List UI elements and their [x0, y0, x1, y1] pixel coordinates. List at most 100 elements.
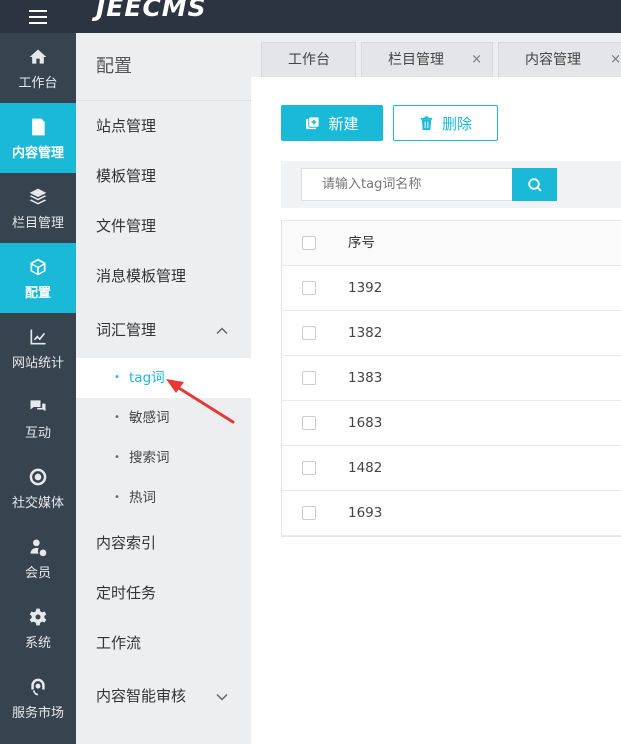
target-icon: [27, 466, 49, 488]
nav-item-label: 工作台: [18, 75, 58, 91]
tag-table: 序号 1392 1382 1383 1683 1482 1693: [281, 220, 621, 537]
line-chart-icon: [27, 326, 49, 348]
search-button[interactable]: [512, 168, 557, 201]
new-button[interactable]: 新建: [281, 105, 383, 141]
home-icon: [27, 46, 49, 68]
sidebar-item-template-management[interactable]: 模板管理: [76, 151, 251, 201]
chevron-up-icon: [215, 305, 229, 355]
user-check-icon: [27, 536, 49, 558]
column-header-id: 序号: [348, 235, 375, 251]
sidebar-item-site-management[interactable]: 站点管理: [76, 101, 251, 151]
nav-item-label: 内容管理: [11, 145, 64, 161]
sidebar-item-label: 文件管理: [96, 217, 157, 235]
nav-item-content-management[interactable]: 内容管理: [0, 103, 76, 173]
app-logo: JEECMS: [96, 0, 207, 22]
nav-item-workbench[interactable]: 工作台: [0, 33, 76, 103]
nav-item-column-management[interactable]: 栏目管理: [0, 173, 76, 243]
sidebar-subitem-label: 热词: [129, 490, 156, 506]
delete-button-label: 删除: [441, 114, 472, 133]
table-header-row: 序号: [282, 221, 621, 266]
sidebar-item-file-management[interactable]: 文件管理: [76, 201, 251, 251]
nav-item-label: 栏目管理: [11, 215, 64, 231]
row-checkbox[interactable]: [302, 281, 316, 295]
nav-item-label: 社交媒体: [11, 495, 64, 511]
row-id: 1392: [348, 280, 383, 296]
table-row: 1482: [282, 446, 621, 491]
table-row: 1382: [282, 311, 621, 356]
sidebar-title: 配置: [76, 33, 251, 101]
tab-label: 内容管理: [525, 52, 581, 68]
chevron-down-icon: [215, 671, 229, 721]
tab-bar: 工作台 栏目管理 × 内容管理 ×: [251, 33, 621, 77]
close-icon[interactable]: ×: [610, 43, 621, 77]
delete-button[interactable]: 删除: [393, 105, 498, 141]
sidebar-item-label: 定时任务: [96, 584, 157, 602]
row-id: 1482: [348, 460, 383, 476]
sidebar-item-label: 工作流: [96, 634, 142, 652]
layers-icon: [27, 186, 49, 208]
sidebar-subitem-tag-words[interactable]: tag词: [76, 358, 251, 398]
table-row: 1383: [282, 356, 621, 401]
table-row: 1392: [282, 266, 621, 311]
nav-item-social-media[interactable]: 社交媒体: [0, 453, 76, 523]
row-checkbox[interactable]: [302, 326, 316, 340]
nav-item-label: 服务市场: [11, 705, 64, 721]
menu-toggle-icon[interactable]: [0, 0, 76, 33]
top-bar: JEECMS: [0, 0, 621, 33]
nav-item-site-stats[interactable]: 网站统计: [0, 313, 76, 383]
table-row: 1683: [282, 401, 621, 446]
sidebar-item-vocabulary[interactable]: 词汇管理: [76, 305, 251, 355]
row-checkbox[interactable]: [302, 461, 316, 475]
row-id: 1693: [348, 505, 383, 521]
main-nav: 工作台 内容管理 栏目管理 配置 网站统计 互动 社交媒体 会员 系统 服务市场: [0, 33, 76, 744]
sidebar-subitem-label: tag词: [129, 370, 165, 386]
search-bar: [281, 161, 621, 208]
sidebar-item-label: 模板管理: [96, 167, 157, 185]
tab-workbench[interactable]: 工作台: [261, 42, 356, 77]
tab-label: 工作台: [288, 52, 330, 68]
sidebar-item-scheduled-tasks[interactable]: 定时任务: [76, 568, 251, 618]
sidebar-item-content-index[interactable]: 内容索引: [76, 518, 251, 568]
nav-item-label: 会员: [24, 565, 51, 581]
nav-item-label: 网站统计: [11, 355, 64, 371]
tab-column-management[interactable]: 栏目管理 ×: [361, 42, 493, 77]
tab-label: 栏目管理: [388, 52, 444, 68]
row-id: 1382: [348, 325, 383, 341]
sidebar-item-workflow[interactable]: 工作流: [76, 618, 251, 668]
nav-item-service-market[interactable]: 服务市场: [0, 663, 76, 733]
select-all-checkbox[interactable]: [302, 236, 316, 250]
row-id: 1683: [348, 415, 383, 431]
sidebar-item-label: 词汇管理: [96, 321, 157, 339]
search-input[interactable]: [301, 168, 513, 201]
nav-item-label: 系统: [24, 635, 51, 651]
sidebar-subitem-label: 敏感词: [129, 410, 170, 426]
close-icon[interactable]: ×: [471, 43, 482, 77]
sidebar-item-label: 站点管理: [96, 117, 157, 135]
sidebar-item-message-template[interactable]: 消息模板管理: [76, 251, 251, 301]
gear-icon: [27, 606, 49, 628]
main-content: 新建 删除 序号 1392 1382 1383 1683: [251, 77, 621, 744]
row-checkbox[interactable]: [302, 416, 316, 430]
headset-icon: [27, 676, 49, 698]
sidebar-item-label: 消息模板管理: [96, 267, 187, 285]
row-checkbox[interactable]: [302, 371, 316, 385]
nav-item-system[interactable]: 系统: [0, 593, 76, 663]
sidebar-subitem-sensitive-words[interactable]: 敏感词: [76, 398, 251, 438]
nav-item-label: 互动: [24, 425, 51, 441]
nav-item-members[interactable]: 会员: [0, 523, 76, 593]
nav-item-interaction[interactable]: 互动: [0, 383, 76, 453]
table-row: 1693: [282, 491, 621, 536]
config-sidebar: 配置 站点管理 模板管理 文件管理 消息模板管理 词汇管理 tag词 敏感词 搜…: [76, 33, 251, 744]
document-edit-icon: [27, 116, 49, 138]
sidebar-subitem-label: 搜索词: [129, 450, 170, 466]
nav-item-label: 配置: [24, 285, 51, 301]
tab-content-management[interactable]: 内容管理 ×: [498, 42, 621, 77]
row-checkbox[interactable]: [302, 506, 316, 520]
sidebar-item-content-review[interactable]: 内容智能审核: [76, 671, 251, 721]
trash-icon: [420, 115, 433, 130]
cube-icon: [27, 256, 49, 278]
sidebar-item-label: 内容智能审核: [96, 687, 187, 705]
nav-item-config[interactable]: 配置: [0, 243, 76, 313]
sidebar-subitem-search-words[interactable]: 搜索词: [76, 438, 251, 478]
sidebar-subitem-hot-words[interactable]: 热词: [76, 478, 251, 518]
